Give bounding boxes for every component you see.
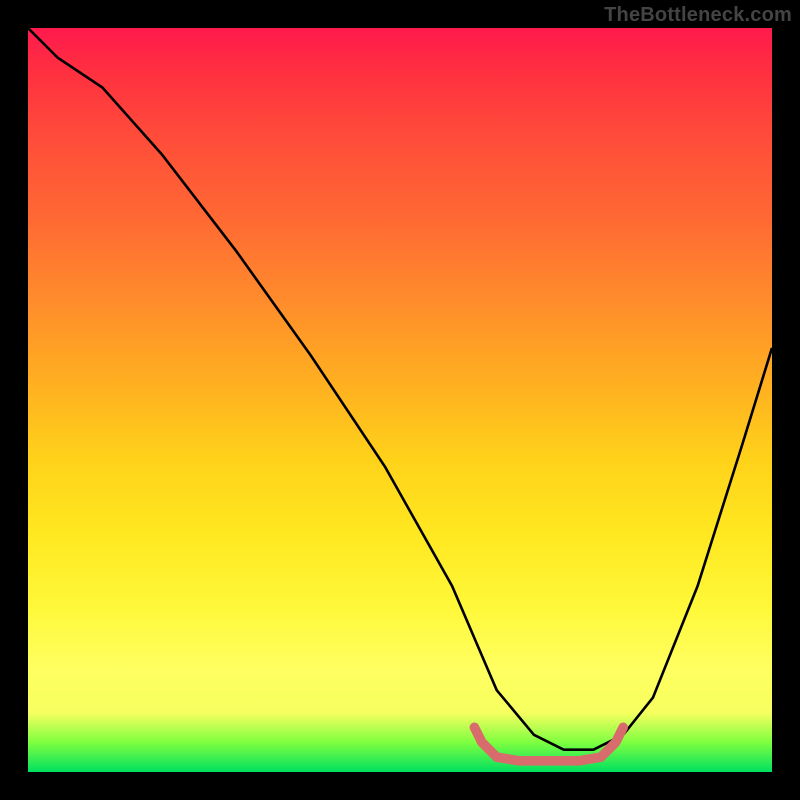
plot-area: [28, 28, 772, 772]
optimum-marker: [474, 727, 623, 760]
curve-svg: [28, 28, 772, 772]
bottleneck-curve: [28, 28, 772, 750]
watermark-text: TheBottleneck.com: [604, 4, 792, 27]
chart-frame: TheBottleneck.com: [0, 0, 800, 800]
